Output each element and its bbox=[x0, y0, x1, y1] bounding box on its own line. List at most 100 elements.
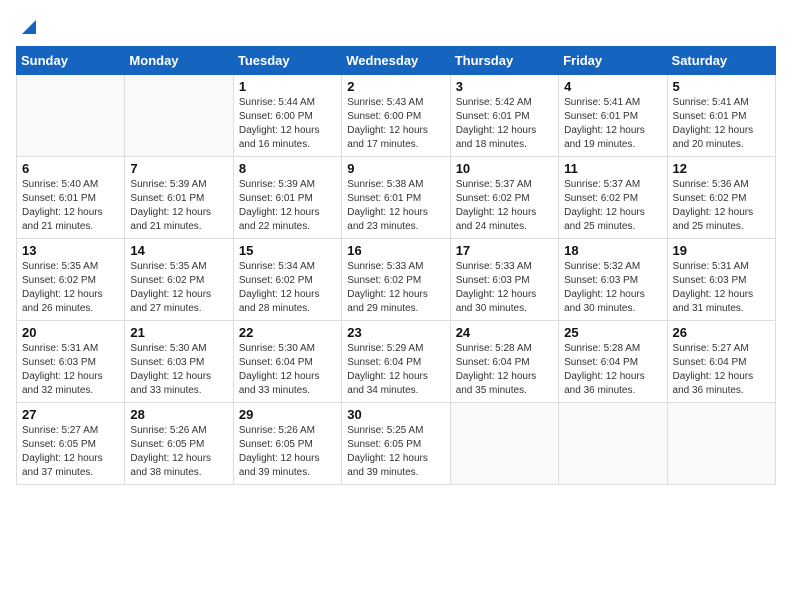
cell-content: Sunrise: 5:28 AMSunset: 6:04 PMDaylight:… bbox=[564, 342, 661, 398]
calendar-day-header: Sunday bbox=[17, 47, 125, 75]
cell-content: Sunrise: 5:30 AMSunset: 6:03 PMDaylight:… bbox=[130, 342, 227, 398]
calendar-cell: 14 Sunrise: 5:35 AMSunset: 6:02 PMDayligh… bbox=[125, 239, 233, 321]
day-number: 29 bbox=[239, 407, 336, 422]
day-number: 16 bbox=[347, 243, 444, 258]
cell-content: Sunrise: 5:39 AMSunset: 6:01 PMDaylight:… bbox=[130, 178, 227, 234]
calendar-week-row: 6 Sunrise: 5:40 AMSunset: 6:01 PMDaylight… bbox=[17, 157, 776, 239]
cell-content: Sunrise: 5:39 AMSunset: 6:01 PMDaylight:… bbox=[239, 178, 336, 234]
calendar-cell: 6 Sunrise: 5:40 AMSunset: 6:01 PMDaylight… bbox=[17, 157, 125, 239]
calendar-week-row: 20 Sunrise: 5:31 AMSunset: 6:03 PMDayligh… bbox=[17, 321, 776, 403]
day-number: 3 bbox=[456, 79, 553, 94]
day-number: 18 bbox=[564, 243, 661, 258]
calendar-week-row: 13 Sunrise: 5:35 AMSunset: 6:02 PMDayligh… bbox=[17, 239, 776, 321]
calendar-table: SundayMondayTuesdayWednesdayThursdayFrid… bbox=[16, 46, 776, 485]
day-number: 12 bbox=[673, 161, 770, 176]
calendar-day-header: Saturday bbox=[667, 47, 775, 75]
calendar-cell: 15Sunrise: 5:34 AMSunset: 6:02 PMDayligh… bbox=[233, 239, 341, 321]
cell-content: Sunrise: 5:26 AMSunset: 6:05 PMDaylight:… bbox=[130, 424, 227, 480]
cell-content: Sunrise: 5:26 AMSunset: 6:05 PMDaylight:… bbox=[239, 424, 336, 480]
day-number: 11 bbox=[564, 161, 661, 176]
calendar-cell bbox=[667, 403, 775, 485]
calendar-cell: 16 Sunrise: 5:33 AMSunset: 6:02 PMDayligh… bbox=[342, 239, 450, 321]
day-number: 23 bbox=[347, 325, 444, 340]
cell-content: Sunrise: 5:43 AMSunset: 6:00 PMDaylight:… bbox=[347, 96, 444, 152]
calendar-body: 1Sunrise: 5:44 AMSunset: 6:00 PMDaylight… bbox=[17, 75, 776, 485]
logo bbox=[16, 16, 40, 34]
calendar-day-header: Tuesday bbox=[233, 47, 341, 75]
cell-content: Sunrise: 5:35 AMSunset: 6:02 PMDaylight:… bbox=[22, 260, 119, 316]
cell-content: Sunrise: 5:25 AMSunset: 6:05 PMDaylight:… bbox=[347, 424, 444, 480]
calendar-cell: 27 Sunrise: 5:27 AMSunset: 6:05 PMDayligh… bbox=[17, 403, 125, 485]
calendar-cell: 22 Sunrise: 5:30 AMSunset: 6:04 PMDayligh… bbox=[233, 321, 341, 403]
cell-content: Sunrise: 5:30 AMSunset: 6:04 PMDaylight:… bbox=[239, 342, 336, 398]
day-number: 14 bbox=[130, 243, 227, 258]
calendar-cell: 5Sunrise: 5:41 AMSunset: 6:01 PMDaylight… bbox=[667, 75, 775, 157]
day-number: 30 bbox=[347, 407, 444, 422]
cell-content: Sunrise: 5:34 AMSunset: 6:02 PMDaylight:… bbox=[239, 260, 336, 316]
day-number: 24 bbox=[456, 325, 553, 340]
day-number: 1 bbox=[239, 79, 336, 94]
day-number: 9 bbox=[347, 161, 444, 176]
calendar-cell: 25 Sunrise: 5:28 AMSunset: 6:04 PMDayligh… bbox=[559, 321, 667, 403]
calendar-cell: 19 Sunrise: 5:31 AMSunset: 6:03 PMDayligh… bbox=[667, 239, 775, 321]
calendar-cell: 2 Sunrise: 5:43 AMSunset: 6:00 PMDaylight… bbox=[342, 75, 450, 157]
calendar-cell: 11 Sunrise: 5:37 AMSunset: 6:02 PMDayligh… bbox=[559, 157, 667, 239]
day-number: 19 bbox=[673, 243, 770, 258]
calendar-cell bbox=[125, 75, 233, 157]
calendar-cell: 23 Sunrise: 5:29 AMSunset: 6:04 PMDayligh… bbox=[342, 321, 450, 403]
cell-content: Sunrise: 5:37 AMSunset: 6:02 PMDaylight:… bbox=[456, 178, 553, 234]
cell-content: Sunrise: 5:31 AMSunset: 6:03 PMDaylight:… bbox=[673, 260, 770, 316]
day-number: 10 bbox=[456, 161, 553, 176]
cell-content: Sunrise: 5:40 AMSunset: 6:01 PMDaylight:… bbox=[22, 178, 119, 234]
calendar-day-header: Monday bbox=[125, 47, 233, 75]
cell-content: Sunrise: 5:42 AMSunset: 6:01 PMDaylight:… bbox=[456, 96, 553, 152]
day-number: 22 bbox=[239, 325, 336, 340]
day-number: 25 bbox=[564, 325, 661, 340]
calendar-cell: 30 Sunrise: 5:25 AMSunset: 6:05 PMDayligh… bbox=[342, 403, 450, 485]
calendar-day-header: Wednesday bbox=[342, 47, 450, 75]
calendar-cell: 4Sunrise: 5:41 AMSunset: 6:01 PMDaylight… bbox=[559, 75, 667, 157]
calendar-cell: 21 Sunrise: 5:30 AMSunset: 6:03 PMDayligh… bbox=[125, 321, 233, 403]
day-number: 2 bbox=[347, 79, 444, 94]
day-number: 7 bbox=[130, 161, 227, 176]
calendar-cell bbox=[450, 403, 558, 485]
cell-content: Sunrise: 5:38 AMSunset: 6:01 PMDaylight:… bbox=[347, 178, 444, 234]
cell-content: Sunrise: 5:27 AMSunset: 6:04 PMDaylight:… bbox=[673, 342, 770, 398]
day-number: 13 bbox=[22, 243, 119, 258]
cell-content: Sunrise: 5:33 AMSunset: 6:03 PMDaylight:… bbox=[456, 260, 553, 316]
day-number: 21 bbox=[130, 325, 227, 340]
cell-content: Sunrise: 5:31 AMSunset: 6:03 PMDaylight:… bbox=[22, 342, 119, 398]
day-number: 27 bbox=[22, 407, 119, 422]
cell-content: Sunrise: 5:41 AMSunset: 6:01 PMDaylight:… bbox=[673, 96, 770, 152]
calendar-cell: 1Sunrise: 5:44 AMSunset: 6:00 PMDaylight… bbox=[233, 75, 341, 157]
day-number: 28 bbox=[130, 407, 227, 422]
calendar-cell: 18Sunrise: 5:32 AMSunset: 6:03 PMDayligh… bbox=[559, 239, 667, 321]
logo-icon bbox=[18, 16, 40, 38]
calendar-cell: 8 Sunrise: 5:39 AMSunset: 6:01 PMDaylight… bbox=[233, 157, 341, 239]
calendar-cell: 7 Sunrise: 5:39 AMSunset: 6:01 PMDaylight… bbox=[125, 157, 233, 239]
cell-content: Sunrise: 5:28 AMSunset: 6:04 PMDaylight:… bbox=[456, 342, 553, 398]
calendar-cell: 10 Sunrise: 5:37 AMSunset: 6:02 PMDayligh… bbox=[450, 157, 558, 239]
page-header bbox=[16, 16, 776, 34]
day-number: 17 bbox=[456, 243, 553, 258]
cell-content: Sunrise: 5:35 AMSunset: 6:02 PMDaylight:… bbox=[130, 260, 227, 316]
calendar-cell: 28 Sunrise: 5:26 AMSunset: 6:05 PMDayligh… bbox=[125, 403, 233, 485]
day-number: 20 bbox=[22, 325, 119, 340]
calendar-week-row: 1Sunrise: 5:44 AMSunset: 6:00 PMDaylight… bbox=[17, 75, 776, 157]
calendar-cell bbox=[17, 75, 125, 157]
cell-content: Sunrise: 5:29 AMSunset: 6:04 PMDaylight:… bbox=[347, 342, 444, 398]
day-number: 26 bbox=[673, 325, 770, 340]
calendar-cell: 9 Sunrise: 5:38 AMSunset: 6:01 PMDaylight… bbox=[342, 157, 450, 239]
calendar-day-header: Friday bbox=[559, 47, 667, 75]
cell-content: Sunrise: 5:27 AMSunset: 6:05 PMDaylight:… bbox=[22, 424, 119, 480]
day-number: 6 bbox=[22, 161, 119, 176]
calendar-cell: 12Sunrise: 5:36 AMSunset: 6:02 PMDayligh… bbox=[667, 157, 775, 239]
cell-content: Sunrise: 5:33 AMSunset: 6:02 PMDaylight:… bbox=[347, 260, 444, 316]
cell-content: Sunrise: 5:37 AMSunset: 6:02 PMDaylight:… bbox=[564, 178, 661, 234]
calendar-week-row: 27 Sunrise: 5:27 AMSunset: 6:05 PMDayligh… bbox=[17, 403, 776, 485]
day-number: 8 bbox=[239, 161, 336, 176]
calendar-cell: 26 Sunrise: 5:27 AMSunset: 6:04 PMDayligh… bbox=[667, 321, 775, 403]
day-number: 4 bbox=[564, 79, 661, 94]
calendar-day-header: Thursday bbox=[450, 47, 558, 75]
calendar-header-row: SundayMondayTuesdayWednesdayThursdayFrid… bbox=[17, 47, 776, 75]
